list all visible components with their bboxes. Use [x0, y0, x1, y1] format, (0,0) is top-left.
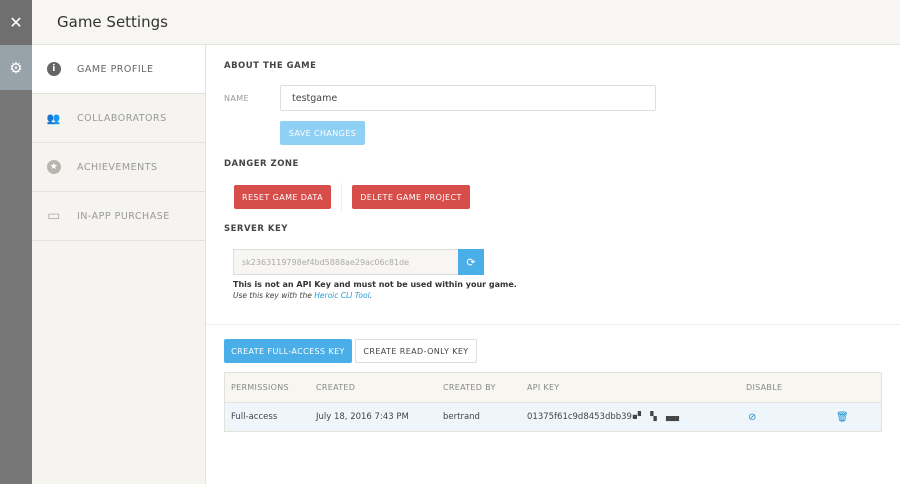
sidebar-item-achievements[interactable]: ★ ACHIEVEMENTS [32, 143, 205, 192]
server-key-warning: This is not an API Key and must not be u… [233, 280, 517, 289]
left-rail: ✕ ⚙ [0, 0, 32, 484]
name-label: NAME [224, 94, 250, 103]
sidebar: i GAME PROFILE 👥 COLLABORATORS ★ ACHIEVEMEN… [32, 45, 206, 484]
sidebar-item-in-app-purchase[interactable]: ▭ IN-APP PURCHASE [32, 192, 205, 241]
server-key-note: Use this key with the Heroic CLI Tool. [233, 291, 372, 300]
column-header: CREATED BY [443, 383, 496, 392]
table-header: PERMISSIONS CREATED CREATED BY API KEY D… [225, 373, 881, 403]
delete-game-project-button[interactable]: DELETE GAME PROJECT [352, 185, 470, 209]
column-header: PERMISSIONS [231, 383, 289, 392]
eye-slash-icon[interactable]: ⊘ [746, 412, 836, 423]
server-key-field[interactable]: sk2363119798ef4bd5888ae29ac06c81de [233, 249, 458, 275]
credit-card-icon: ▭ [47, 208, 61, 224]
create-read-only-key-button[interactable]: CREATE READ-ONLY KEY [355, 339, 477, 363]
note-suffix: . [369, 291, 373, 300]
save-changes-button[interactable]: SAVE CHANGES [280, 121, 365, 145]
reset-game-data-button[interactable]: RESET GAME DATA [234, 185, 331, 209]
refresh-icon[interactable]: ⟳ [458, 249, 484, 275]
trash-icon[interactable]: 🗑 [836, 412, 881, 423]
gear-icon[interactable]: ⚙ [0, 45, 32, 90]
api-key-cell: 01375f61c9d8453dbb39▪▘ ▝▖ ▗▄▖ [527, 412, 683, 422]
sidebar-item-collaborators[interactable]: 👥 COLLABORATORS [32, 94, 205, 143]
heroic-cli-link[interactable]: Heroic CLI Tool [314, 291, 369, 300]
divider [341, 183, 342, 211]
created-cell: July 18, 2016 7:43 PM [316, 412, 409, 422]
info-icon: i [47, 62, 61, 76]
star-badge-icon: ★ [47, 160, 61, 174]
server-key-heading: SERVER KEY [224, 224, 288, 234]
column-header: DISABLE [746, 383, 783, 392]
api-keys-table: PERMISSIONS CREATED CREATED BY API KEY D… [224, 372, 882, 432]
name-input[interactable]: testgame [280, 85, 656, 111]
column-header: CREATED [316, 383, 356, 392]
table-row: Full-access July 18, 2016 7:43 PM bertra… [225, 403, 881, 431]
sidebar-item-label: GAME PROFILE [77, 63, 154, 75]
column-header: API KEY [527, 383, 560, 392]
close-icon[interactable]: ✕ [0, 0, 32, 45]
danger-heading: DANGER ZONE [224, 159, 299, 169]
people-icon: 👥 [46, 111, 62, 125]
sidebar-item-label: COLLABORATORS [77, 112, 167, 124]
created-by-cell: bertrand [443, 412, 480, 422]
create-full-access-key-button[interactable]: CREATE FULL-ACCESS KEY [224, 339, 352, 363]
sidebar-item-game-profile[interactable]: i GAME PROFILE [32, 45, 205, 94]
section-divider [206, 324, 900, 325]
sidebar-item-label: ACHIEVEMENTS [77, 161, 158, 173]
page-title: Game Settings [32, 0, 900, 45]
note-prefix: Use this key with the [233, 291, 315, 300]
about-heading: ABOUT THE GAME [224, 61, 317, 71]
permissions-cell: Full-access [231, 412, 278, 422]
sidebar-item-label: IN-APP PURCHASE [77, 210, 170, 222]
main-content: ABOUT THE GAME NAME testgame SAVE CHANGE… [206, 45, 900, 484]
